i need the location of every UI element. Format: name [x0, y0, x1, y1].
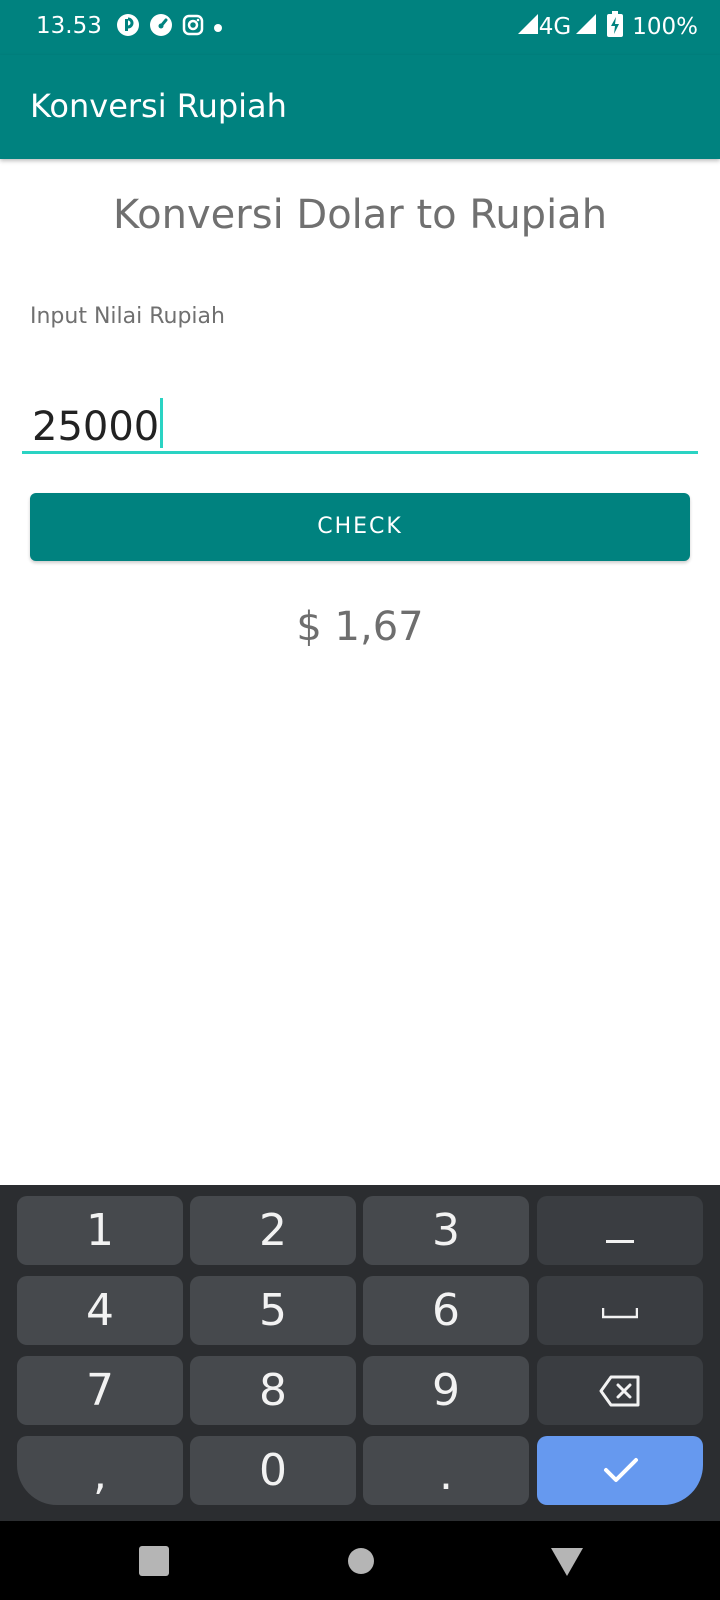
space-key[interactable] — [537, 1276, 703, 1345]
app-notification-icon — [116, 13, 140, 41]
recents-icon[interactable] — [139, 1546, 169, 1580]
key-0[interactable]: 0 — [190, 1436, 356, 1505]
check-button[interactable]: CHECK — [30, 493, 690, 561]
speedometer-icon — [149, 13, 173, 41]
key-2[interactable]: 2 — [190, 1196, 356, 1265]
rupiah-input-value: 25000 — [32, 398, 164, 450]
key-1-label: 1 — [86, 1205, 114, 1256]
signal-icon-2 — [576, 14, 597, 40]
key-5[interactable]: 5 — [190, 1276, 356, 1345]
battery-level: 100% — [632, 14, 698, 40]
key-1[interactable]: 1 — [17, 1196, 183, 1265]
key-4-label: 4 — [86, 1285, 114, 1336]
key-7-label: 7 — [86, 1365, 114, 1416]
input-label: Input Nilai Rupiah — [30, 304, 225, 329]
text-caret — [160, 398, 164, 448]
period-key-label: . — [439, 1449, 453, 1500]
network-type: 4G — [538, 14, 572, 40]
check-icon — [603, 1456, 639, 1488]
key-3-label: 3 — [432, 1205, 460, 1256]
key-3[interactable]: 3 — [363, 1196, 529, 1265]
rupiah-input-text: 25000 — [32, 404, 160, 450]
key-6-label: 6 — [432, 1285, 460, 1336]
key-8[interactable]: 8 — [190, 1356, 356, 1425]
key-9[interactable]: 9 — [363, 1356, 529, 1425]
navigation-bar — [0, 1521, 720, 1600]
numeric-keyboard: 1 2 3 4 5 6 7 8 9 , 0 . — [0, 1185, 720, 1521]
notification-icons — [116, 14, 223, 40]
space-icon — [601, 1304, 639, 1323]
key-9-label: 9 — [432, 1365, 460, 1416]
back-icon[interactable] — [551, 1548, 583, 1580]
backspace-key[interactable] — [537, 1356, 703, 1425]
status-bar: 13.53 4G 100% — [0, 0, 720, 55]
enter-key[interactable] — [537, 1436, 703, 1505]
rupiah-input[interactable]: 25000 — [22, 392, 698, 454]
screen: 13.53 4G 100% Konversi Rupiah Konversi D… — [0, 0, 720, 1600]
status-right: 4G 100% — [517, 11, 698, 43]
battery-charging-icon — [607, 11, 624, 43]
key-5-label: 5 — [259, 1285, 287, 1336]
key-7[interactable]: 7 — [17, 1356, 183, 1425]
key-4[interactable]: 4 — [17, 1276, 183, 1345]
app-title: Konversi Rupiah — [30, 87, 287, 125]
key-8-label: 8 — [259, 1365, 287, 1416]
key-6[interactable]: 6 — [363, 1276, 529, 1345]
comma-key[interactable]: , — [17, 1436, 183, 1505]
page-heading: Konversi Dolar to Rupiah — [112, 192, 608, 238]
app-bar: Konversi Rupiah — [0, 55, 720, 159]
instagram-icon — [182, 14, 204, 40]
period-key[interactable]: . — [363, 1436, 529, 1505]
home-icon[interactable] — [347, 1547, 375, 1579]
more-notifications-dot-icon — [213, 18, 223, 37]
backspace-icon — [599, 1375, 641, 1411]
comma-key-label: , — [93, 1449, 107, 1500]
minus-icon — [606, 1229, 634, 1248]
signal-icon — [517, 14, 538, 40]
conversion-result: $ 1,67 — [296, 604, 424, 650]
key-2-label: 2 — [259, 1205, 287, 1256]
status-time: 13.53 — [36, 13, 102, 39]
key-0-label: 0 — [259, 1445, 287, 1496]
input-underline — [22, 451, 698, 454]
minus-key[interactable] — [537, 1196, 703, 1265]
